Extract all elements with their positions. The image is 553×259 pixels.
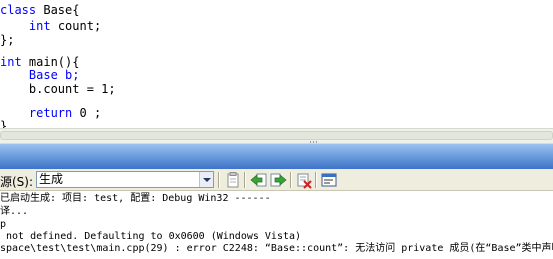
source-select-value: 生成: [39, 172, 64, 186]
toolbar-separator: [218, 172, 220, 188]
source-select[interactable]: 生成: [36, 171, 214, 188]
toggle-wrap-icon[interactable]: [320, 171, 338, 189]
output-pane[interactable]: 已启动生成: 项目: test, 配置: Debug Win32 ------ …: [0, 191, 553, 259]
output-line: 已启动生成: 项目: test, 配置: Debug Win32 ------: [0, 193, 271, 204]
chevron-down-icon[interactable]: [199, 172, 213, 187]
source-label: 源(S):: [0, 175, 34, 189]
code-editor[interactable]: class Base{ int count; }; int main(){ Ba…: [0, 0, 553, 128]
output-line: 译...: [0, 206, 29, 217]
horizontal-scrollbar[interactable]: [0, 128, 553, 146]
go-next-icon[interactable]: [269, 171, 287, 189]
clipboard-icon[interactable]: [224, 171, 242, 189]
clear-all-icon[interactable]: [295, 171, 313, 189]
toolbar-separator: [244, 172, 246, 188]
output-line: space\test\test\main.cpp(29) : error C22…: [0, 243, 553, 254]
scrollbar-thumb[interactable]: [0, 131, 553, 140]
toolbar-separator: [315, 172, 317, 188]
code-line[interactable]: int count;: [0, 18, 101, 34]
code-line[interactable]: return 0 ;: [0, 105, 101, 121]
grip-icon: [310, 131, 322, 146]
code-line[interactable]: class Base{: [0, 2, 79, 18]
code-line[interactable]: }: [0, 118, 7, 128]
code-line[interactable]: b.count = 1;: [0, 81, 116, 97]
pane-splitter[interactable]: [0, 143, 553, 169]
code-line[interactable]: };: [0, 32, 14, 48]
toolbar-separator: [290, 172, 292, 188]
output-toolbar: 源(S): 生成: [0, 169, 553, 191]
go-previous-icon[interactable]: [250, 171, 268, 189]
